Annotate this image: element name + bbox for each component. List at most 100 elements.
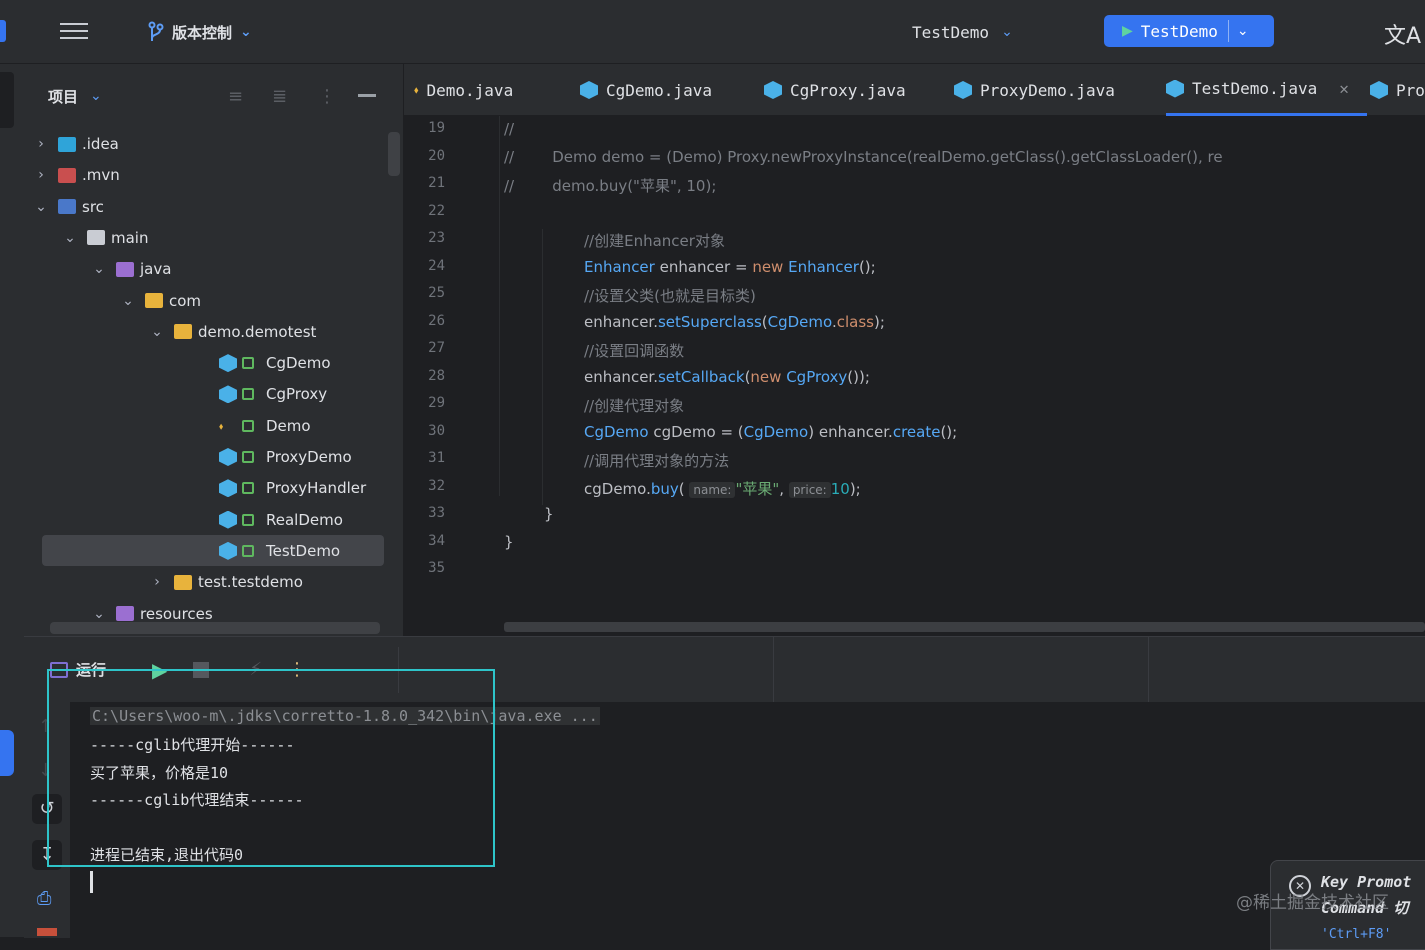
print-icon[interactable]: ⎙: [37, 888, 51, 909]
translate-icon[interactable]: 文A: [1384, 18, 1421, 50]
branch-icon: [148, 21, 164, 41]
tree-item-label: CgProxy: [266, 385, 328, 404]
project-selector[interactable]: TestDemo ⌄: [912, 20, 1013, 44]
vcs-menu[interactable]: 版本控制 ⌄: [148, 20, 252, 44]
code-token: //调用代理对象的方法: [584, 452, 730, 470]
editor-tab[interactable]: Pro: [1370, 64, 1425, 116]
code-token: //设置回调函数: [584, 342, 685, 360]
code-line: cgDemo.buy( name: "苹果", price: 10);: [584, 478, 861, 499]
code-token: Enhancer: [584, 257, 655, 276]
line-number: 29: [428, 395, 445, 411]
code-token: ();: [858, 257, 876, 276]
tree-item[interactable]: ProxyHandler: [179, 474, 366, 502]
tree-item-label: RealDemo: [266, 510, 343, 529]
folder-icon: [58, 167, 76, 183]
code-token: ());: [847, 367, 870, 386]
tree-item[interactable]: ⌄ main: [63, 224, 148, 252]
chevron-down-icon[interactable]: ⌄: [92, 606, 106, 622]
chevron-down-icon[interactable]: ⌄: [34, 199, 48, 215]
code-token: Demo demo = (Demo) Proxy.newProxyInstanc…: [514, 147, 1223, 166]
toast-shortcut[interactable]: 'Ctrl+F8': [1321, 927, 1391, 942]
editor-tab[interactable]: ⬪ Demo.java: [414, 64, 513, 116]
chevron-down-icon[interactable]: ⌄: [121, 293, 135, 309]
tree-item[interactable]: ⌄ demo.demotest: [150, 318, 316, 346]
tree-item[interactable]: ⬪ Demo: [179, 412, 311, 440]
code-line: //创建Enhancer对象: [584, 230, 725, 251]
chevron-right-icon[interactable]: ›: [150, 574, 164, 590]
code-token: enhancer.: [584, 312, 658, 331]
line-number: 26: [428, 312, 445, 329]
folder-icon: [174, 324, 192, 340]
collapse-all-icon[interactable]: ≣: [272, 86, 287, 107]
tree-item-label: test.testdemo: [198, 573, 303, 592]
chevron-down-icon[interactable]: ⌄: [1237, 23, 1249, 39]
code-token: enhancer.: [584, 367, 658, 386]
tree-item-label: src: [82, 197, 104, 216]
run-config-label: TestDemo: [1140, 21, 1218, 41]
editor-tab[interactable]: ProxyDemo.java: [954, 64, 1115, 116]
tree-scrollbar[interactable]: [388, 132, 400, 176]
class-icon: [954, 81, 972, 99]
highlight-box: [47, 669, 495, 867]
class-icon: [219, 385, 237, 404]
editor-tab[interactable]: CgDemo.java: [580, 64, 712, 116]
code-token: name:: [689, 481, 736, 498]
code-token: new: [752, 257, 784, 276]
code-line: }: [504, 533, 514, 551]
hide-panel-icon[interactable]: [358, 94, 376, 97]
code-line: //设置回调函数: [584, 340, 684, 361]
expand-all-icon[interactable]: ≡: [228, 86, 243, 107]
tree-item-label: resources: [140, 604, 213, 623]
chevron-down-icon[interactable]: ⌄: [150, 324, 164, 340]
editor-hscrollbar[interactable]: [504, 622, 1425, 632]
code-token: class: [836, 312, 874, 331]
tree-item[interactable]: CgDemo: [179, 349, 331, 377]
run-config-button[interactable]: ▶ TestDemo ⌄: [1104, 15, 1274, 47]
tree-item[interactable]: ⌄ com: [121, 287, 201, 315]
chevron-down-icon[interactable]: ⌄: [92, 261, 106, 277]
tree-hscrollbar[interactable]: [50, 622, 380, 634]
project-panel-title[interactable]: 项目: [48, 86, 78, 107]
code-line: //调用代理对象的方法: [584, 450, 729, 471]
line-number: 30: [428, 422, 445, 439]
folder-icon: [145, 293, 163, 308]
chevron-down-icon: ⌄: [240, 24, 252, 40]
chevron-right-icon[interactable]: ›: [34, 136, 48, 152]
more-icon[interactable]: ⋮: [318, 86, 336, 107]
project-tool-icon[interactable]: [0, 72, 14, 128]
editor-tab[interactable]: CgProxy.java: [764, 64, 906, 116]
code-token: }: [544, 505, 554, 523]
class-icon: [580, 81, 598, 99]
tree-item[interactable]: ⌄ java: [92, 255, 171, 283]
chevron-down-icon[interactable]: ⌄: [63, 230, 77, 246]
trash-icon[interactable]: [37, 928, 57, 936]
code-token: demo.buy("苹果", 10);: [514, 177, 717, 195]
code-token: create: [892, 422, 941, 441]
main-menu-icon[interactable]: [60, 18, 88, 44]
line-number: 23: [428, 230, 445, 246]
editor-tab[interactable]: TestDemo.java ✕: [1166, 64, 1367, 116]
line-gutter: 19 20 21 22 23 24 25 26 27 28 29 30 31 32 33 34 35: [404, 116, 504, 636]
tree-item[interactable]: › .mvn: [34, 161, 120, 189]
tree-item[interactable]: TestDemo: [179, 537, 340, 565]
run-tool-icon[interactable]: [0, 730, 14, 776]
chevron-right-icon[interactable]: ›: [34, 167, 48, 183]
code-line: Enhancer enhancer = new Enhancer();: [584, 258, 876, 276]
tree-item-label: com: [169, 291, 202, 310]
tree-item[interactable]: ProxyDemo: [179, 443, 352, 471]
project-name: TestDemo: [912, 22, 990, 42]
tree-item[interactable]: › test.testdemo: [150, 568, 303, 596]
project-panel-header: 项目 ⌄ ≡ ≣ ⋮: [24, 64, 404, 128]
tree-item[interactable]: CgProxy: [179, 380, 327, 408]
tree-item-label: Demo: [266, 416, 311, 435]
tab-label: ProxyDemo.java: [980, 80, 1115, 100]
code-token: new: [750, 367, 782, 386]
chevron-down-icon[interactable]: ⌄: [90, 88, 102, 104]
line-number: 34: [428, 532, 445, 549]
tree-item[interactable]: RealDemo: [179, 506, 343, 534]
tree-item[interactable]: › .idea: [34, 130, 119, 158]
tree-item[interactable]: ⌄ src: [34, 193, 104, 221]
lock-icon: [242, 419, 254, 432]
close-icon[interactable]: ✕: [1339, 79, 1349, 98]
tab-label: Demo.java: [426, 80, 514, 100]
